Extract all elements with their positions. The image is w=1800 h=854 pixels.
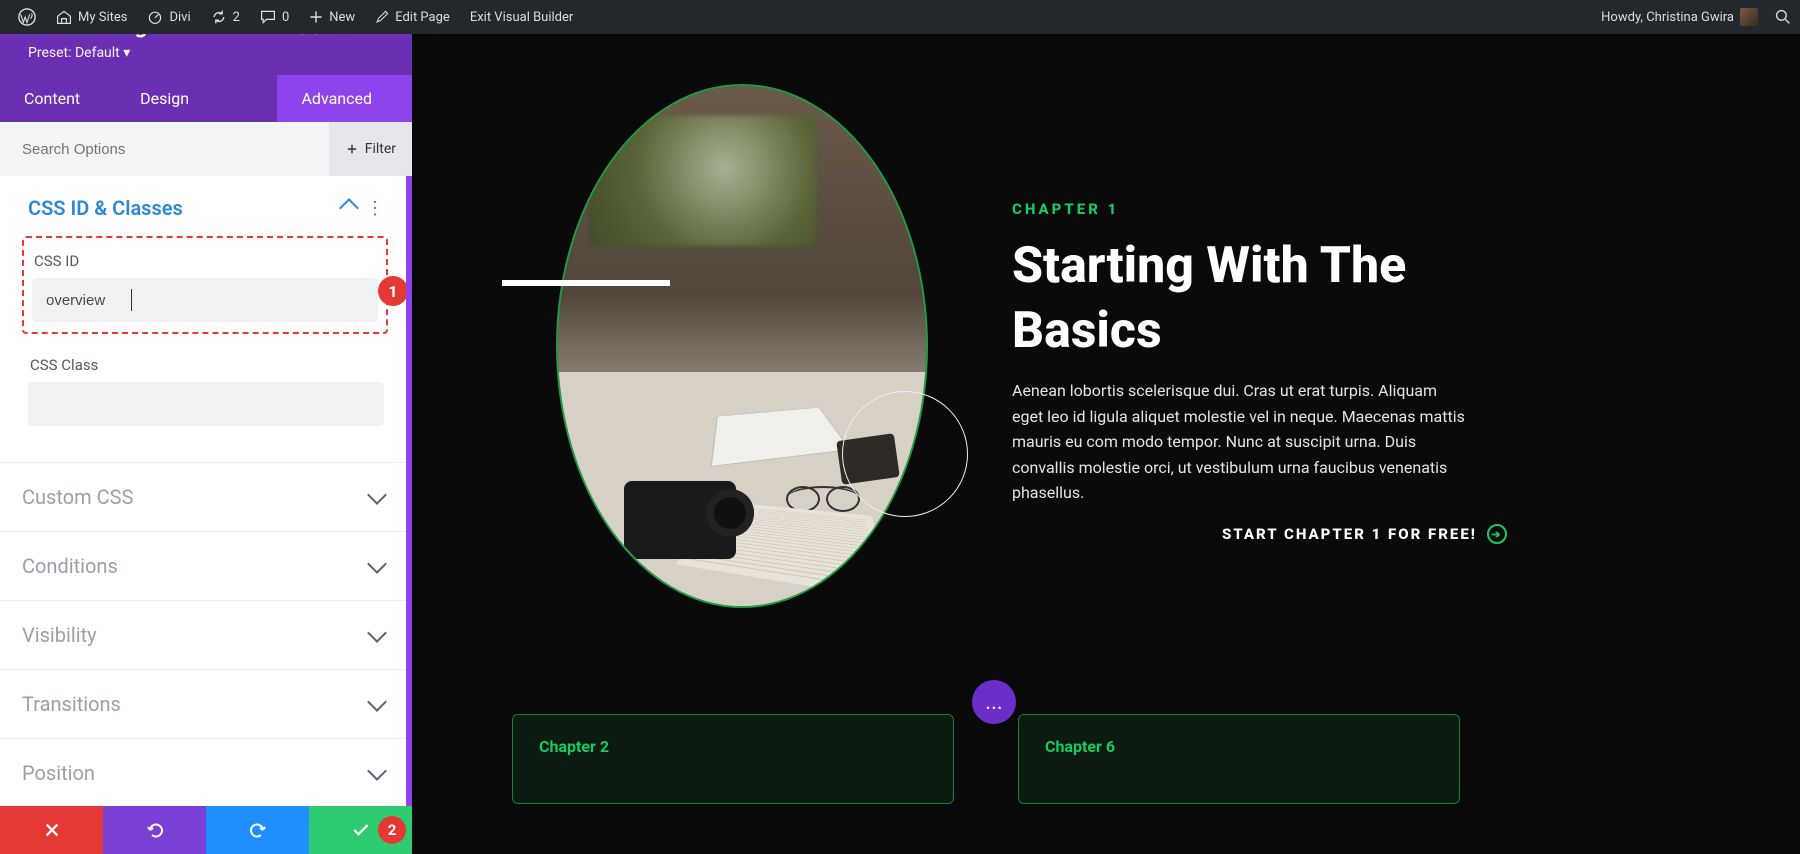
edit-page-link[interactable]: Edit Page <box>365 0 460 34</box>
house-icon <box>56 9 72 25</box>
css-class-label: CSS Class <box>28 350 384 382</box>
preset-selector[interactable]: Preset: Default ▾ <box>28 45 392 61</box>
avatar <box>1740 8 1758 26</box>
panel-search-row: Filter <box>0 122 412 176</box>
edit-page-label: Edit Page <box>395 10 450 25</box>
comments-count: 0 <box>282 10 289 25</box>
section-position[interactable]: Position <box>0 738 406 806</box>
redo-icon <box>248 820 268 840</box>
tab-advanced[interactable]: Advanced <box>277 75 412 122</box>
decorative-line <box>502 280 670 286</box>
exit-visual-builder-link[interactable]: Exit Visual Builder <box>460 0 583 34</box>
hero-image <box>556 84 928 608</box>
plus-icon <box>345 142 359 156</box>
section-title: Conditions <box>22 554 118 578</box>
howdy-label: Howdy, Christina Gwira <box>1601 10 1734 25</box>
account-menu[interactable]: Howdy, Christina Gwira <box>1591 0 1768 34</box>
decorative-circle <box>842 391 968 517</box>
cta-label: START CHAPTER 1 FOR FREE! <box>1222 525 1477 543</box>
filter-button[interactable]: Filter <box>329 122 412 176</box>
annotation-badge-2: 2 <box>378 816 406 844</box>
tab-design[interactable]: Design <box>116 75 213 122</box>
section-custom-css[interactable]: Custom CSS <box>0 462 406 531</box>
css-id-label: CSS ID <box>32 246 378 278</box>
check-icon <box>351 820 371 840</box>
admin-search-icon[interactable] <box>1774 8 1792 26</box>
section-title: Transitions <box>22 692 121 716</box>
chevron-up-icon <box>339 198 359 218</box>
card-subtitle: Chapter 2 <box>539 737 927 756</box>
chapter-label: CHAPTER 1 <box>1012 200 1119 218</box>
highlighted-field-group: CSS ID 1 <box>22 236 388 334</box>
heading-line-1: Starting With The <box>1012 234 1406 299</box>
section-conditions[interactable]: Conditions <box>0 531 406 600</box>
page-heading: Starting With The Basics <box>1012 234 1406 364</box>
section-css-id-classes[interactable]: CSS ID & Classes ⋮ <box>0 176 406 236</box>
text-cursor <box>131 289 132 311</box>
exit-vb-label: Exit Visual Builder <box>470 10 573 25</box>
cta-link[interactable]: START CHAPTER 1 FOR FREE! ➔ <box>1222 524 1507 544</box>
css-class-input[interactable] <box>28 382 384 426</box>
wordpress-icon <box>18 8 36 26</box>
chevron-down-icon <box>367 623 387 643</box>
gauge-icon <box>147 9 163 25</box>
site-label: Divi <box>169 10 190 25</box>
tab-content[interactable]: Content <box>0 75 104 122</box>
save-button[interactable]: 2 <box>309 806 412 854</box>
wp-admin-bar: My Sites Divi 2 0 New Edit Page <box>0 0 1800 34</box>
undo-icon <box>145 820 165 840</box>
new-link[interactable]: New <box>299 0 365 34</box>
chapter-card-2[interactable]: Chapter 2 <box>512 714 954 804</box>
builder-fab[interactable]: ... <box>972 680 1016 724</box>
section-title: CSS ID & Classes <box>28 196 183 220</box>
section-title: Custom CSS <box>22 485 133 509</box>
panel-footer: 2 <box>0 806 412 854</box>
discard-button[interactable] <box>0 806 103 854</box>
close-icon <box>43 821 61 839</box>
card-subtitle: Chapter 6 <box>1045 737 1433 756</box>
wp-logo[interactable] <box>8 0 46 34</box>
redo-button[interactable] <box>206 806 309 854</box>
intro-paragraph: Aenean lobortis scelerisque dui. Cras ut… <box>1012 378 1472 506</box>
section-title: Visibility <box>22 623 97 647</box>
updates-count: 2 <box>233 10 240 25</box>
kebab-icon[interactable]: ⋮ <box>366 198 384 219</box>
plus-icon <box>309 10 323 24</box>
chapter-card-6[interactable]: Chapter 6 <box>1018 714 1460 804</box>
pencil-icon <box>375 10 389 24</box>
arrow-circle-icon: ➔ <box>1487 524 1507 544</box>
my-sites-link[interactable]: My Sites <box>46 0 137 34</box>
search-icon <box>1775 9 1791 25</box>
heading-line-2: Basics <box>1012 299 1406 364</box>
css-class-field: CSS Class <box>0 342 406 444</box>
chevron-down-icon <box>367 692 387 712</box>
chevron-down-icon <box>367 485 387 505</box>
panel-tabs: Content Design Advanced <box>0 75 412 122</box>
my-sites-label: My Sites <box>78 10 127 25</box>
search-input[interactable] <box>0 141 329 158</box>
settings-panel: Row Settings Preset: Default ▾ Content D… <box>0 0 412 854</box>
annotation-badge-1: 1 <box>378 276 408 306</box>
site-link[interactable]: Divi <box>137 0 200 34</box>
comments-link[interactable]: 0 <box>250 0 299 34</box>
comment-icon <box>260 9 276 25</box>
page-canvas: CHAPTER 1 Starting With The Basics Aenea… <box>412 34 1800 854</box>
section-title: Position <box>22 761 95 785</box>
chevron-down-icon <box>367 554 387 574</box>
new-label: New <box>329 10 355 25</box>
chevron-down-icon <box>367 761 387 781</box>
section-transitions[interactable]: Transitions <box>0 669 406 738</box>
sync-icon <box>211 9 227 25</box>
panel-body[interactable]: CSS ID & Classes ⋮ CSS ID 1 CSS Class <box>0 176 412 806</box>
section-visibility[interactable]: Visibility <box>0 600 406 669</box>
css-id-input[interactable] <box>32 278 378 322</box>
undo-button[interactable] <box>103 806 206 854</box>
filter-label: Filter <box>365 141 396 157</box>
updates-link[interactable]: 2 <box>201 0 250 34</box>
